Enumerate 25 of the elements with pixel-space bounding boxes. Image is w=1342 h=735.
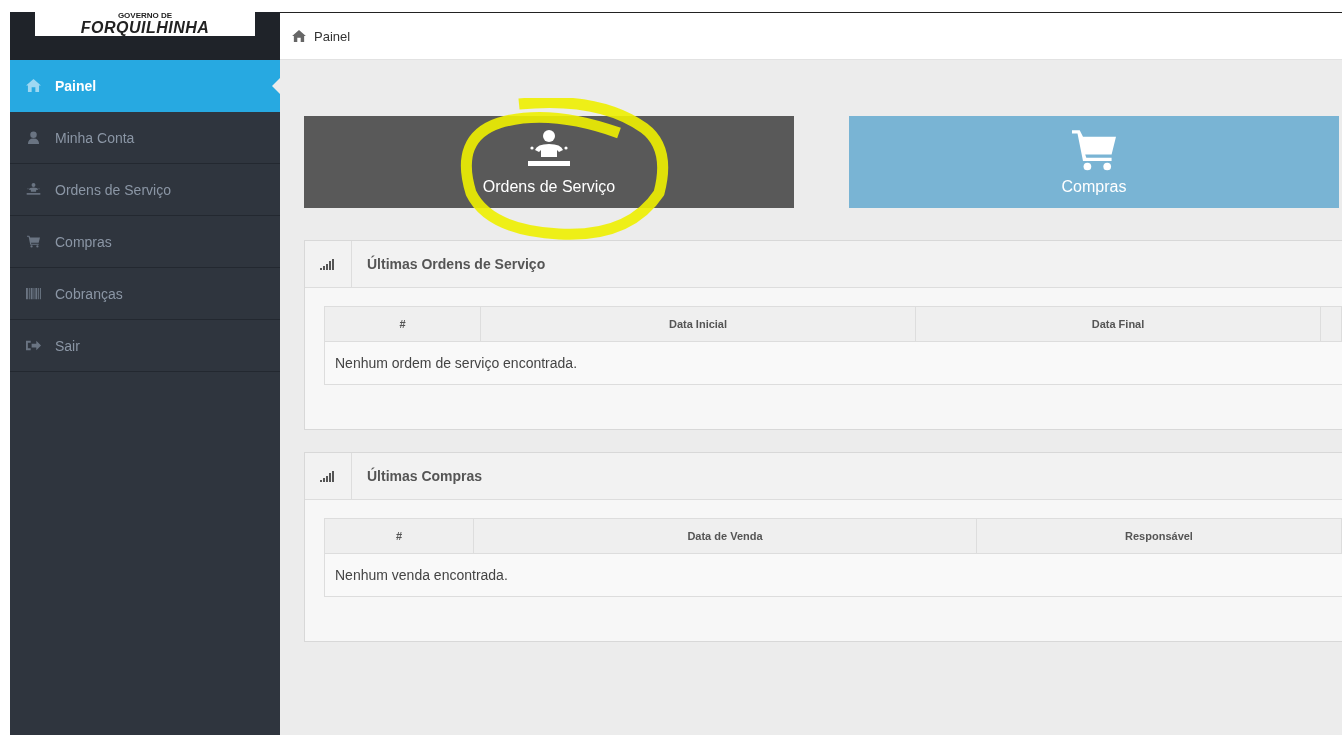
column-header: Data Inicial — [481, 307, 916, 341]
sidebar-item[interactable]: Painel — [10, 60, 280, 112]
logo: GOVERNO DE FORQUILHINHA — [35, 12, 255, 36]
user-icon — [26, 131, 41, 144]
sign-out-icon — [26, 339, 41, 352]
signal-bars-icon — [320, 258, 336, 270]
panel-title: Últimas Ordens de Serviço — [367, 256, 546, 272]
cart-icon — [1072, 128, 1116, 172]
barcode-icon — [26, 287, 41, 300]
breadcrumb-link[interactable]: Painel — [314, 28, 351, 44]
shortcut-tile[interactable]: Compras — [849, 116, 1339, 208]
empty-message: Nenhum venda encontrada. — [334, 566, 509, 585]
column-header: Responsável — [977, 519, 1342, 553]
column-header: Data Final — [916, 307, 1321, 341]
column-header: # — [325, 519, 474, 553]
signal-bars-icon — [320, 470, 336, 482]
worker-icon — [26, 183, 41, 196]
cart-icon — [26, 235, 41, 248]
column-header: Data de Venda — [474, 519, 977, 553]
shortcut-tile[interactable]: Ordens de Serviço — [304, 116, 794, 208]
home-icon — [26, 79, 41, 92]
empty-message: Nenhum ordem de serviço encontrada. — [334, 354, 579, 373]
panel-title: Últimas Compras — [367, 468, 483, 484]
column-header: # — [325, 307, 481, 341]
home-icon — [292, 30, 306, 42]
